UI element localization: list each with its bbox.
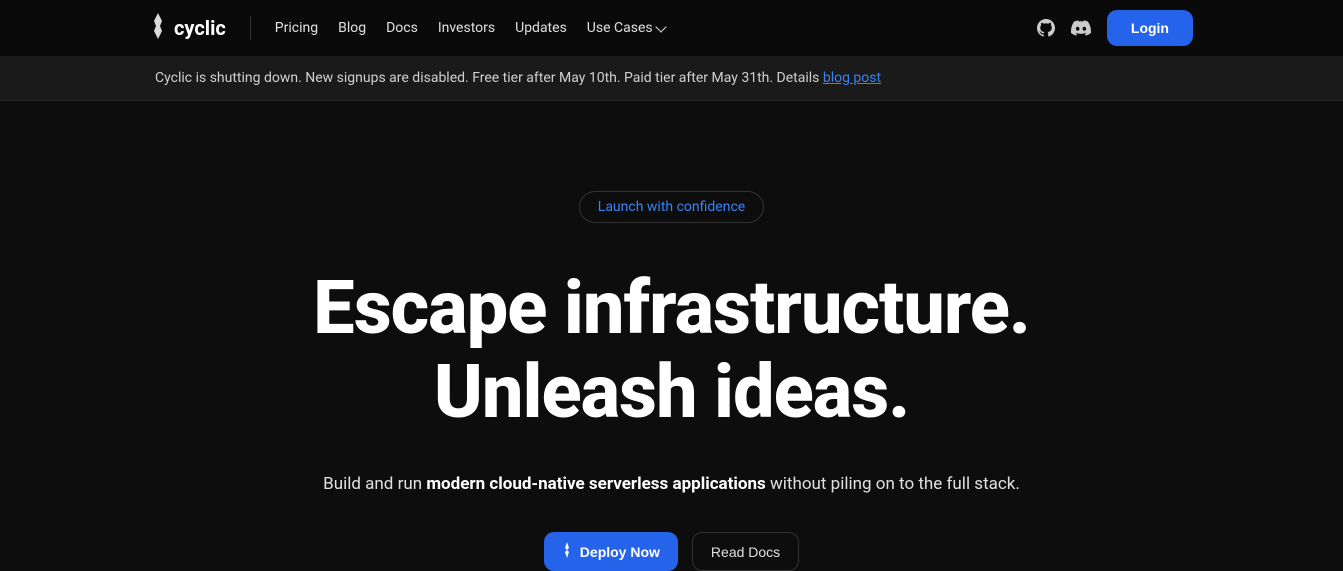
- login-button[interactable]: Login: [1107, 10, 1193, 46]
- main-nav: Pricing Blog Docs Investors Updates Use …: [275, 20, 665, 36]
- nav-use-cases-label: Use Cases: [587, 20, 653, 36]
- logo-text: cyclic: [174, 16, 226, 40]
- github-icon[interactable]: [1037, 19, 1055, 37]
- bolt-icon: [562, 542, 572, 561]
- divider: [250, 16, 251, 40]
- hero-title-line2: Unleash ideas.: [434, 349, 909, 436]
- logo[interactable]: cyclic: [150, 13, 226, 43]
- hero-title: Escape infrastructure. Unleash ideas.: [0, 267, 1343, 434]
- discord-icon[interactable]: [1071, 18, 1091, 38]
- subtitle-suffix: without piling on to the full stack.: [766, 474, 1020, 494]
- logo-icon: [150, 13, 166, 43]
- hero-title-line1: Escape infrastructure.: [313, 265, 1030, 352]
- banner-link[interactable]: blog post: [823, 70, 881, 86]
- nav-updates[interactable]: Updates: [515, 20, 567, 36]
- announcement-banner: Cyclic is shutting down. New signups are…: [0, 56, 1343, 101]
- header-right: Login: [1037, 10, 1193, 46]
- hero-buttons: Deploy Now Read Docs: [0, 532, 1343, 571]
- nav-blog[interactable]: Blog: [338, 20, 366, 36]
- subtitle-bold: modern cloud-native serverless applicati…: [426, 474, 765, 494]
- hero-section: Launch with confidence Escape infrastruc…: [0, 101, 1343, 571]
- nav-docs[interactable]: Docs: [386, 20, 418, 36]
- deploy-now-button[interactable]: Deploy Now: [544, 532, 678, 571]
- read-docs-button[interactable]: Read Docs: [692, 532, 799, 571]
- hero-subtitle: Build and run modern cloud-native server…: [0, 474, 1343, 494]
- nav-pricing[interactable]: Pricing: [275, 20, 318, 36]
- banner-text: Cyclic is shutting down. New signups are…: [155, 70, 823, 86]
- nav-use-cases[interactable]: Use Cases: [587, 20, 665, 36]
- nav-investors[interactable]: Investors: [438, 20, 495, 36]
- header-left: cyclic Pricing Blog Docs Investors Updat…: [150, 13, 665, 43]
- chevron-down-icon: [655, 21, 666, 32]
- deploy-label: Deploy Now: [580, 544, 660, 560]
- subtitle-prefix: Build and run: [323, 474, 426, 494]
- header: cyclic Pricing Blog Docs Investors Updat…: [0, 0, 1343, 56]
- hero-badge[interactable]: Launch with confidence: [579, 191, 764, 223]
